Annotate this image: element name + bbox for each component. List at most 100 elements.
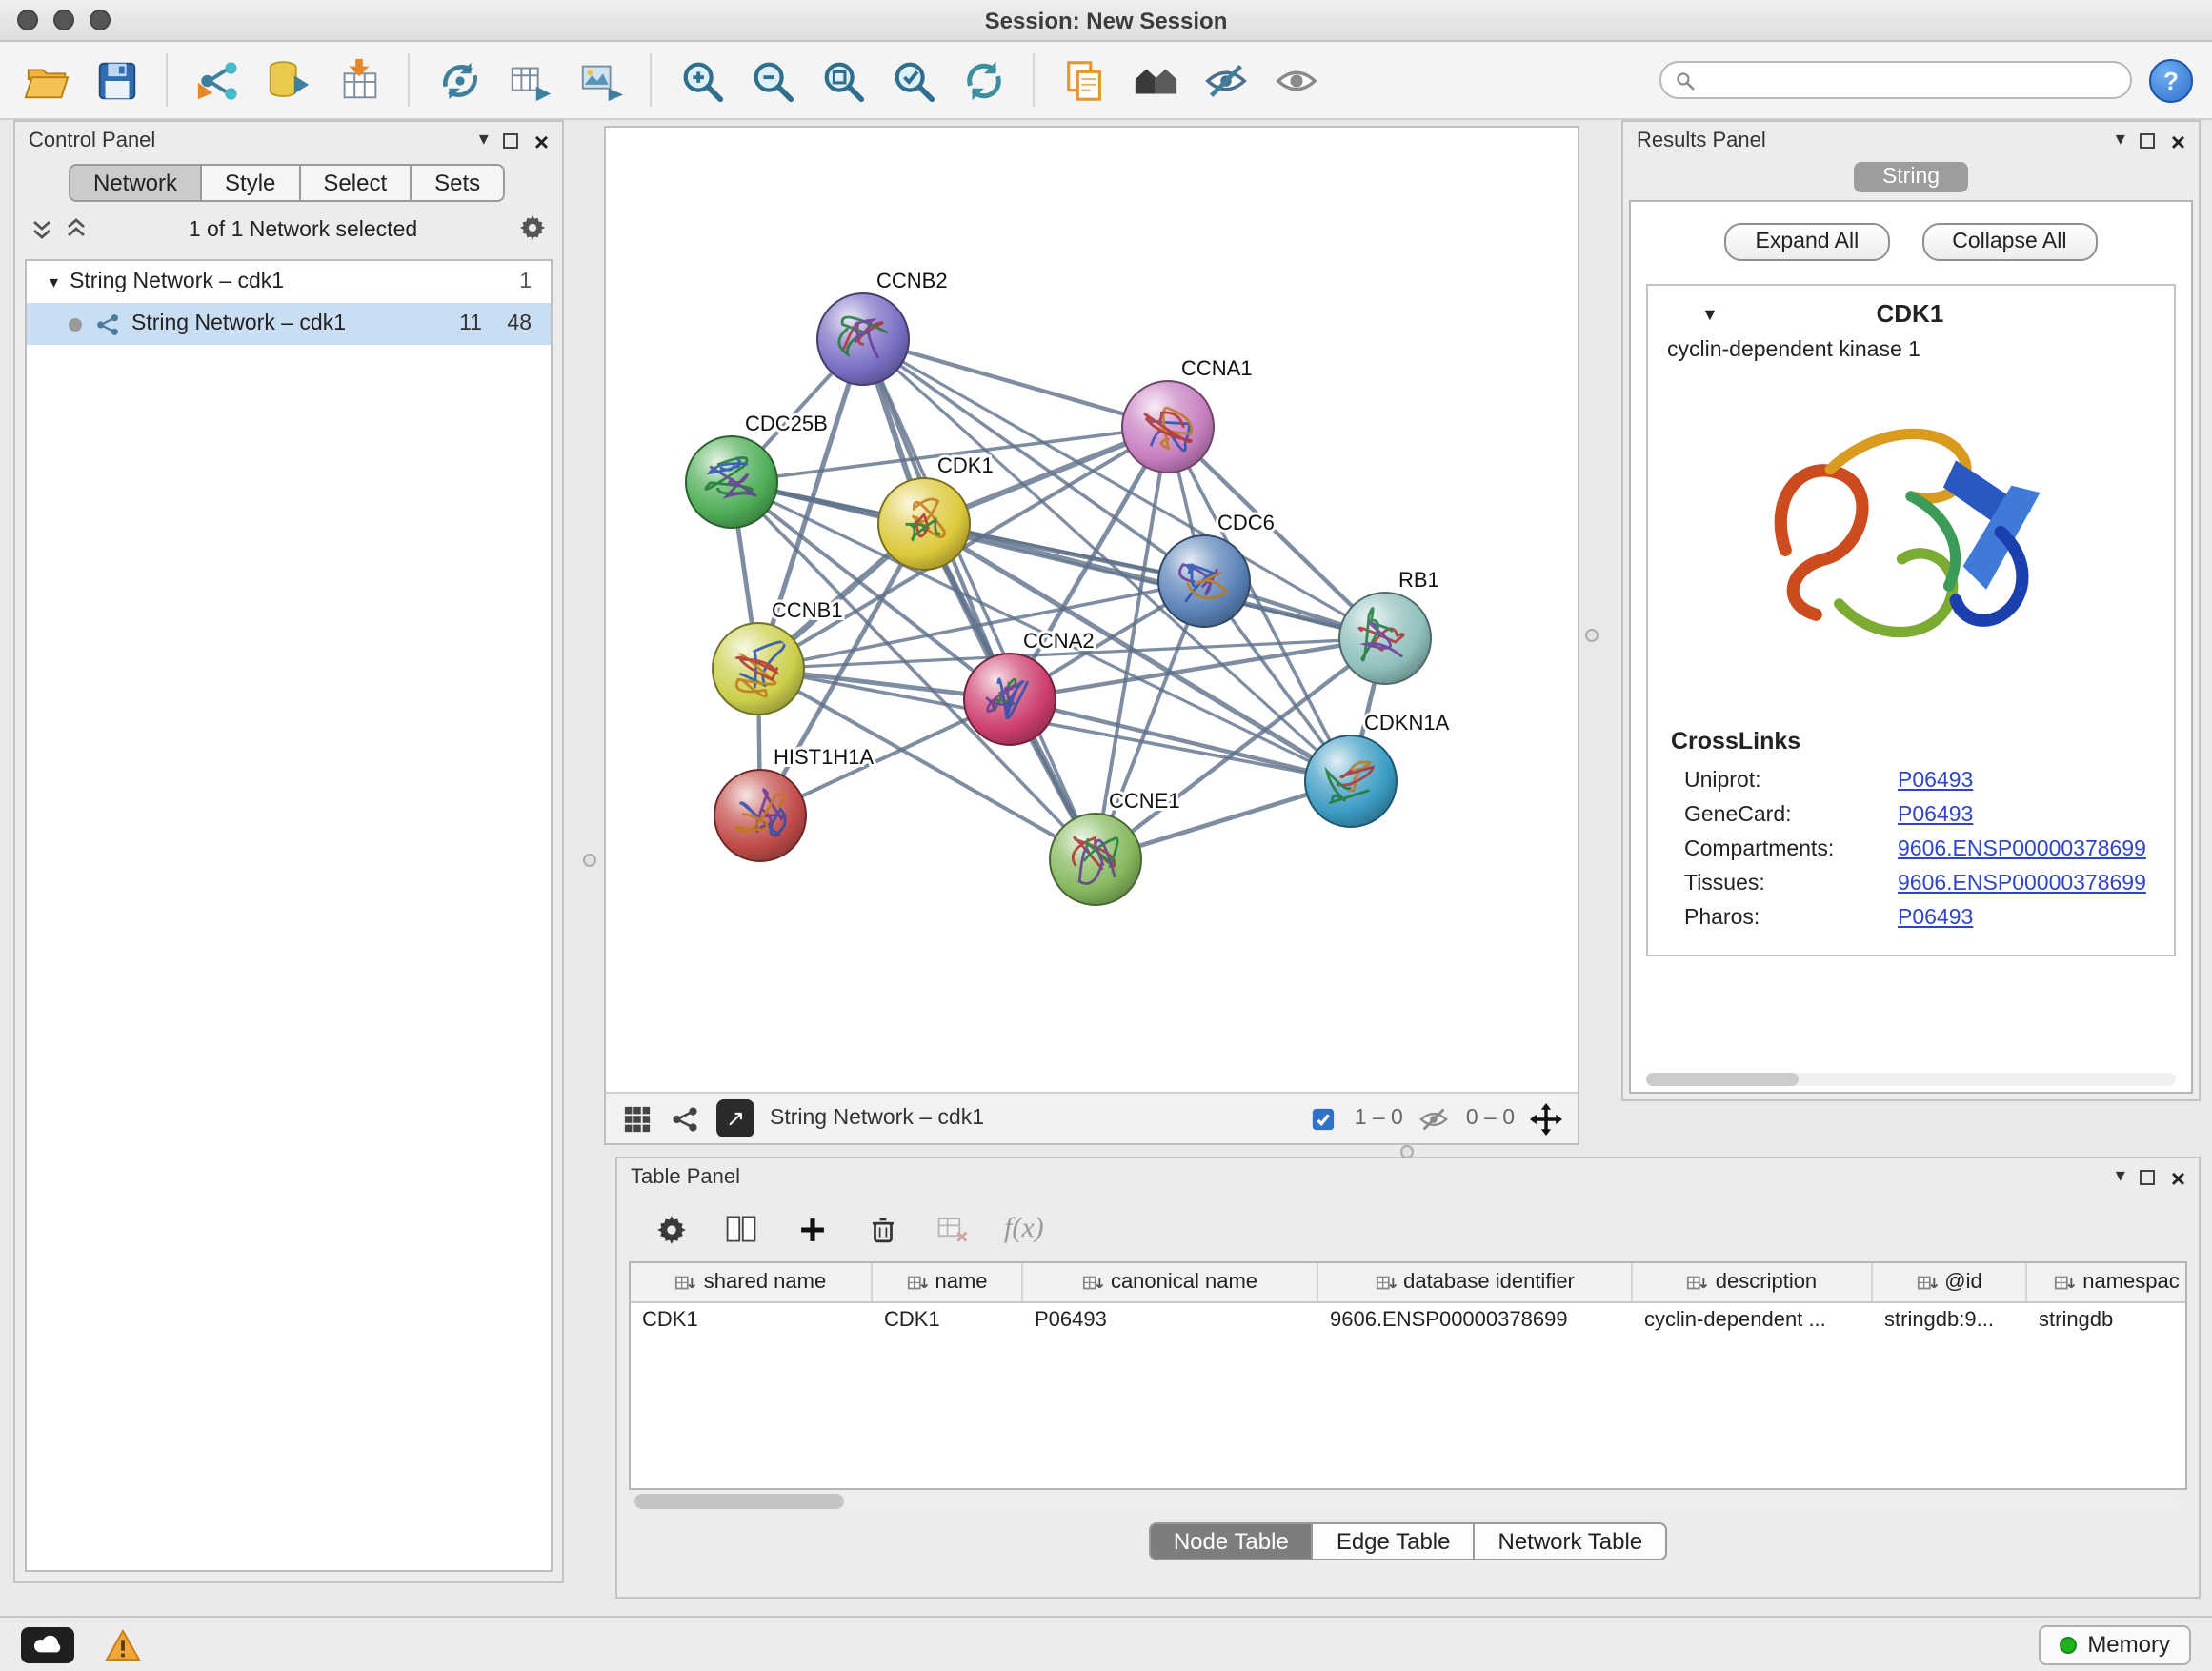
crosslink-compartments-link[interactable]: 9606.ENSP00000378699 [1898,838,2146,861]
network-row[interactable]: String Network – cdk1 11 48 [27,303,551,345]
zoom-fit-icon [818,56,866,104]
annotation-button[interactable] [1057,53,1111,107]
svg-text:RB1: RB1 [1398,568,1439,592]
network-tree: ▾ String Network – cdk1 1 String Network… [25,259,553,1572]
zoom-out-button[interactable] [745,53,798,107]
close-panel-icon[interactable]: × [2171,129,2185,153]
tab-node-table[interactable]: Node Table [1149,1522,1314,1560]
network-collection-row[interactable]: ▾ String Network – cdk1 1 [27,261,551,303]
import-network-database-button[interactable] [261,53,314,107]
expand-all-icon[interactable] [65,216,88,245]
selected-counts: 1 – 0 [1355,1107,1403,1130]
export-image-button[interactable] [573,53,627,107]
tab-style[interactable]: Style [200,164,300,202]
zoom-in-icon [677,56,725,104]
open-session-button[interactable] [19,53,72,107]
collapse-all-icon[interactable] [30,216,53,245]
toolbar-separator [166,53,168,107]
hidden-eye-slash-icon[interactable] [1418,1102,1451,1135]
clone-network-button[interactable] [432,53,486,107]
edge-count: 48 [482,312,532,335]
memory-button[interactable]: Memory [2038,1624,2191,1664]
expand-all-button[interactable]: Expand All [1725,223,1890,261]
gear-icon[interactable] [518,213,547,248]
scrollbar-thumb[interactable] [1646,1073,1799,1086]
results-horizontal-scrollbar[interactable] [1646,1073,2176,1086]
delete-column-trash-icon[interactable] [863,1210,901,1248]
float-panel-icon[interactable] [504,133,519,149]
float-panel-icon[interactable] [2141,1170,2156,1185]
save-floppy-icon [92,56,140,104]
zoom-selected-icon [889,56,936,104]
network-selection-status: 1 of 1 Network selected [99,219,507,242]
tab-network-table[interactable]: Network Table [1474,1522,1668,1560]
column-header[interactable]: shared name [631,1263,873,1301]
apply-layout-button[interactable] [956,53,1010,107]
tab-string[interactable]: String [1854,162,1968,192]
refresh-icon [959,56,1007,104]
bottom-splitter-handle[interactable] [1400,1145,1414,1158]
table-settings-gear-icon[interactable] [652,1210,690,1248]
column-header[interactable]: namespac [2027,1263,2187,1301]
network-list-icon[interactable] [669,1102,701,1135]
collapse-card-icon[interactable]: ▼ [1701,304,1719,323]
search-input[interactable] [1705,69,2117,91]
help-button[interactable]: ? [2149,58,2193,102]
crosslink-uniprot-link[interactable]: P06493 [1898,770,1973,793]
home-button[interactable] [1128,53,1181,107]
warnings-button[interactable] [99,1625,145,1663]
column-header[interactable]: description [1633,1263,1873,1301]
selected-checkbox-icon[interactable] [1307,1102,1339,1135]
results-panel-title: Results Panel [1637,130,1766,152]
zoom-in-button[interactable] [674,53,728,107]
search-box[interactable] [1659,61,2132,99]
tab-edge-table[interactable]: Edge Table [1312,1522,1476,1560]
zoom-selected-button[interactable] [886,53,939,107]
import-table-button[interactable] [332,53,385,107]
table-horizontal-scrollbar[interactable] [633,1494,2183,1511]
current-network-name: String Network – cdk1 [770,1107,984,1130]
crosslink-tissues-link[interactable]: 9606.ENSP00000378699 [1898,873,2146,896]
zoom-fit-button[interactable] [815,53,869,107]
function-builder-icon[interactable]: f(x) [1004,1213,1044,1245]
export-table-button[interactable] [503,53,556,107]
save-session-button[interactable] [90,53,143,107]
float-panel-icon[interactable] [2141,133,2156,149]
pan-move-icon[interactable] [1530,1102,1562,1135]
protein-card-header[interactable]: ▼ CDK1 [1648,286,2174,335]
right-splitter-handle[interactable] [1585,629,1599,642]
network-canvas[interactable]: CCNB2CCNA1CDC25BCDK1CDC6RB1CCNB1CCNA2CDK… [606,128,1578,1092]
tab-network[interactable]: Network [69,164,202,202]
crosslink-label: Pharos: [1684,907,1898,930]
show-columns-icon[interactable] [722,1210,760,1248]
column-header[interactable]: canonical name [1023,1263,1318,1301]
panel-menu-icon[interactable]: ▾ [479,131,489,151]
add-column-icon[interactable] [793,1210,831,1248]
collapse-icon[interactable]: ▾ [50,272,58,292]
tab-sets[interactable]: Sets [410,164,505,202]
delete-table-icon[interactable] [934,1210,972,1248]
crosslink-pharos-link[interactable]: P06493 [1898,907,1973,930]
crosslink-genecard-link[interactable]: P06493 [1898,804,1973,827]
tab-select[interactable]: Select [298,164,412,202]
scrollbar-thumb[interactable] [634,1494,844,1509]
column-header[interactable]: database identifier [1318,1263,1633,1301]
hide-graphics-button[interactable] [1198,53,1252,107]
detach-view-button[interactable]: ↗ [716,1099,754,1137]
close-panel-icon[interactable]: × [2171,1165,2185,1190]
column-header[interactable]: @id [1873,1263,2027,1301]
grid-view-icon[interactable] [621,1102,654,1135]
panel-menu-icon[interactable]: ▾ [2116,131,2125,151]
close-panel-icon[interactable]: × [534,129,549,153]
table-cell: stringdb:9... [1873,1303,2027,1341]
eye-icon [1272,56,1319,104]
cloud-button[interactable] [21,1626,74,1662]
column-header[interactable]: name [873,1263,1023,1301]
collapse-all-button[interactable]: Collapse All [1921,223,2097,261]
table-row[interactable]: CDK1CDK1P064939606.ENSP00000378699cyclin… [631,1303,2185,1341]
panel-menu-icon[interactable]: ▾ [2116,1168,2125,1187]
import-network-button[interactable] [191,53,244,107]
left-splitter-handle[interactable] [583,854,596,867]
table-body: CDK1CDK1P064939606.ENSP00000378699cyclin… [631,1303,2185,1341]
show-graphics-button[interactable] [1269,53,1322,107]
